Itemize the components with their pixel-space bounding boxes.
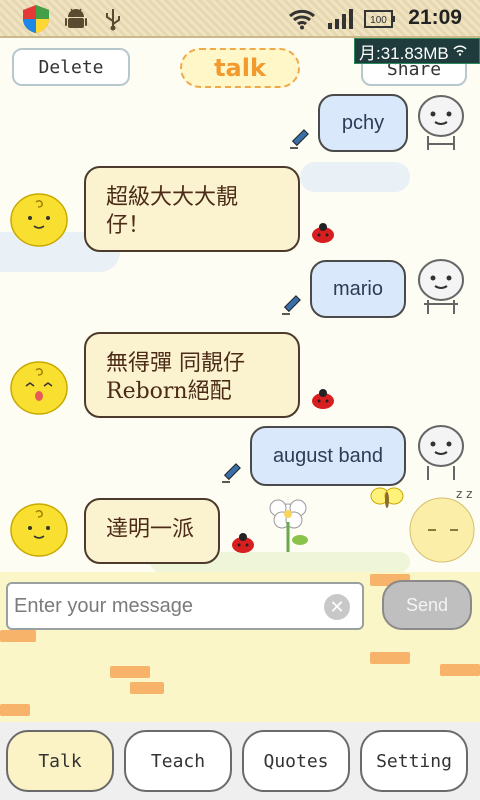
yellow-bot-avatar	[8, 192, 70, 250]
brick-decoration	[0, 704, 30, 716]
android-icon	[64, 6, 88, 32]
wifi-icon	[288, 6, 316, 32]
brick-decoration	[0, 630, 36, 642]
brick-decoration	[130, 682, 164, 694]
sleeping-character-decoration: z z	[404, 487, 480, 564]
message-bubble-right[interactable]: august band	[250, 426, 406, 486]
message-text: mario	[332, 277, 383, 300]
usb-icon	[102, 6, 124, 32]
message-text: pchy	[341, 111, 385, 134]
message-bubble-left[interactable]: 超級大大大靚仔！	[84, 166, 300, 252]
grey-bot-avatar	[414, 424, 468, 484]
svg-text:z z: z z	[456, 488, 472, 501]
tab-setting[interactable]: Setting	[360, 730, 468, 792]
input-bar: Enter your message ✕ Send	[0, 572, 480, 722]
grey-bot-avatar	[414, 258, 468, 318]
message-bubble-left[interactable]: 無得彈 同靚仔Reborn絕配	[84, 332, 300, 418]
battery-icon: 100	[364, 6, 396, 32]
wifi-small-icon	[453, 41, 467, 61]
message-input-placeholder: Enter your message	[14, 594, 193, 617]
ladybug-icon	[230, 532, 256, 554]
message-text: 無得彈 同靚仔Reborn絕配	[106, 351, 245, 404]
clock: 21:09	[408, 6, 462, 29]
yellow-bot-avatar	[8, 502, 70, 560]
ladybug-icon	[310, 388, 336, 410]
signal-icon	[326, 6, 354, 32]
message-bubble-left[interactable]: 達明一派	[84, 498, 220, 564]
brick-decoration	[370, 652, 410, 664]
clear-icon[interactable]: ✕	[324, 594, 350, 620]
bottom-tab-bar: Talk Teach Quotes Setting	[0, 722, 480, 800]
message-text: 達明一派	[106, 517, 195, 542]
delete-button[interactable]: Delete	[12, 48, 130, 86]
tab-teach[interactable]: Teach	[124, 730, 232, 792]
send-button[interactable]: Send	[382, 580, 472, 630]
edit-pencil-icon[interactable]	[288, 128, 310, 150]
network-usage-badge: 月:31.83MB	[354, 38, 480, 64]
network-usage-text: 月:31.83MB	[359, 43, 449, 63]
ladybug-icon	[310, 222, 336, 244]
tab-quotes[interactable]: Quotes	[242, 730, 350, 792]
tab-talk[interactable]: Talk	[6, 730, 114, 792]
message-input[interactable]: Enter your message ✕	[6, 582, 364, 630]
svg-text:100: 100	[370, 15, 387, 26]
cloud-decoration	[300, 162, 410, 192]
message-text: august band	[272, 444, 384, 467]
message-text: 超級大大大靚仔！	[106, 185, 239, 238]
yellow-bot-avatar	[8, 360, 70, 418]
brick-decoration	[110, 666, 150, 678]
message-bubble-right[interactable]: mario	[310, 260, 406, 318]
message-bubble-right[interactable]: pchy	[318, 94, 408, 152]
shield-icon	[22, 5, 50, 33]
grey-bot-avatar	[414, 94, 468, 154]
status-bar: 100 21:09	[0, 0, 480, 38]
edit-pencil-icon[interactable]	[280, 294, 302, 316]
brick-decoration	[440, 664, 480, 676]
page-title: talk	[180, 48, 300, 88]
chat-area[interactable]: pchy 超級大大大靚仔！ mario 無得彈 同靚仔Reborn絕配 augu…	[0, 92, 480, 572]
edit-pencil-icon[interactable]	[220, 462, 242, 484]
butterfly-decoration	[370, 486, 404, 512]
